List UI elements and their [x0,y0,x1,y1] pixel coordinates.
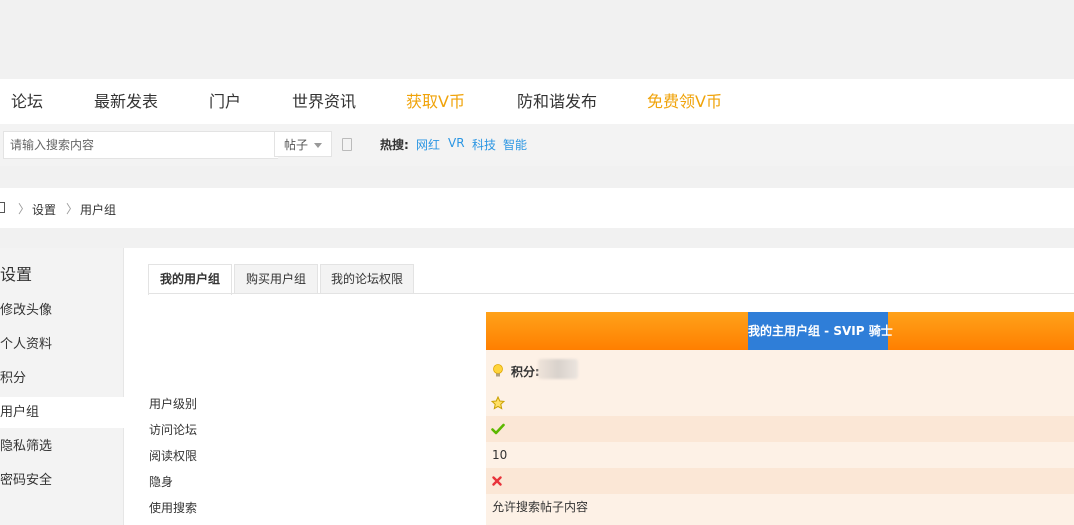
nav-item-forum[interactable]: 论坛 [11,79,43,124]
tab-forum-permissions[interactable]: 我的论坛权限 [320,264,414,294]
chevron-down-icon [314,143,322,148]
breadcrumb-separator-icon: 〉 [66,202,79,216]
hot-search-label: 热搜: [380,138,409,152]
group-title: 我的主用户组 - SVIP 骑士 [748,312,893,350]
row-label-user-level: 用户级别 [149,397,198,411]
nav-item-world-news[interactable]: 世界资讯 [292,79,356,124]
star-icon [491,396,505,410]
nav-item-free-vcoin[interactable]: 免费领V币 [647,79,722,124]
search-type-label: 帖子 [284,138,309,152]
sidebar-title: 设置 [0,265,33,284]
search-type-select[interactable]: 帖子 [274,131,332,157]
row-label-visit-forum: 访问论坛 [149,423,198,437]
tab-my-usergroup[interactable]: 我的用户组 [148,264,232,295]
search-bar: 帖子 热搜: 网红 VR 科技 智能 [0,124,1074,166]
home-icon[interactable] [0,202,6,214]
main-content: 我的用户组 购买用户组 我的论坛权限 用户级别 访问论坛 阅读权限 隐身 使用搜… [124,248,1074,525]
hot-link[interactable]: 科技 [472,136,496,153]
breadcrumb-usergroup: 用户组 [80,203,117,217]
breadcrumb-settings[interactable]: 设置 [32,201,56,218]
group-header: 我的主用户组 - SVIP 骑士 [486,312,1074,350]
hot-link[interactable]: VR [448,136,465,150]
breadcrumb: 〉 设置 〉 用户组 [0,188,1074,228]
tab-divider [148,293,1074,294]
table-row: 10 [486,442,1074,468]
nav-item-get-vcoin[interactable]: 获取V币 [406,79,465,124]
points-value-redacted [538,359,578,379]
cross-icon [492,476,502,486]
tab-buy-usergroup[interactable]: 购买用户组 [234,264,318,294]
table-row [486,416,1074,442]
top-nav: 论坛 最新发表 门户 世界资讯 获取V币 防和谐发布 免费领V币 [0,79,1074,124]
search-submit-button[interactable] [342,138,352,151]
points-row: 积分: [486,350,1074,390]
points-label: 积分: [511,365,540,379]
table-row: 允许搜索帖子内容 [486,494,1074,520]
nav-item-anti-censor-post[interactable]: 防和谐发布 [517,79,597,124]
use-search-value: 允许搜索帖子内容 [492,500,589,514]
table-row [486,468,1074,494]
row-label-read-permission: 阅读权限 [149,449,198,463]
row-label-use-search: 使用搜索 [149,501,198,515]
nav-item-portal[interactable]: 门户 [209,79,241,124]
hot-link[interactable]: 网红 [416,136,440,153]
search-input[interactable] [3,131,278,159]
lightbulb-icon [493,364,503,377]
sidebar: 设置 修改头像 个人资料 积分 用户组 隐私筛选 密码安全 [0,248,155,525]
read-permission-value: 10 [492,448,508,462]
check-icon [491,423,505,435]
nav-item-latest[interactable]: 最新发表 [94,79,158,124]
breadcrumb-separator-icon: 〉 [18,202,31,216]
table-row [486,390,1074,416]
row-label-invisible: 隐身 [149,475,174,489]
hot-link[interactable]: 智能 [503,136,527,153]
group-table: 积分: 10 允许搜索帖子内容 [486,350,1074,525]
